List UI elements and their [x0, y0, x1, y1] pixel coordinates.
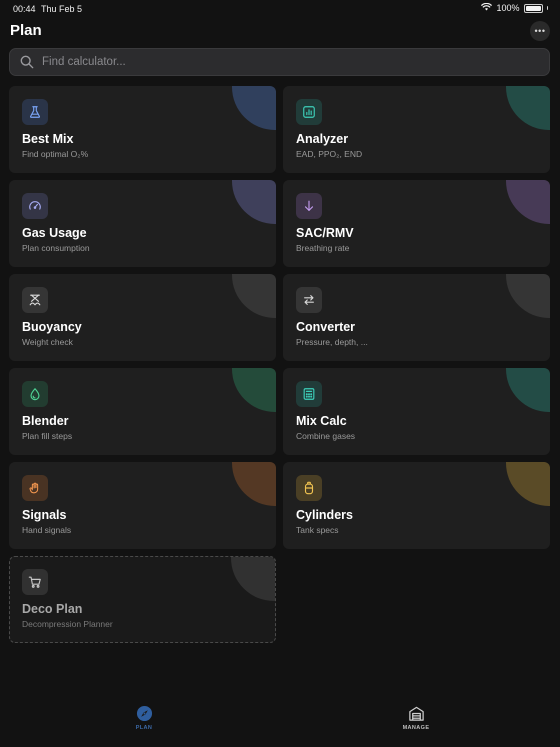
card-title: Cylinders [296, 508, 353, 522]
arrow-down-icon [296, 193, 322, 219]
card-decoration [506, 368, 550, 412]
card-decoration [232, 368, 276, 412]
card-decoration [232, 274, 276, 318]
battery-icon [523, 3, 543, 13]
card-subtitle: Hand signals [22, 525, 72, 535]
card-decoration [232, 86, 276, 130]
card-subtitle: Find optimal O₂% [22, 149, 89, 159]
card-subtitle: Plan fill steps [22, 431, 73, 441]
card-deco-plan[interactable]: Deco Plan Decompression Planner [9, 556, 276, 643]
card-gas-usage[interactable]: Gas Usage Plan consumption [9, 180, 276, 267]
calculator-icon [296, 381, 322, 407]
card-subtitle: Tank specs [296, 525, 339, 535]
card-subtitle: Weight check [22, 337, 73, 347]
tab-label: PLAN [135, 725, 153, 731]
balance-icon [22, 287, 48, 313]
card-title: Converter [296, 320, 356, 334]
tab-plan[interactable]: PLAN [114, 704, 174, 731]
card-converter[interactable]: Converter Pressure, depth, ... [283, 274, 550, 361]
card-decoration [232, 462, 276, 506]
card-title: Mix Calc [296, 414, 347, 428]
tab-bar: PLAN MANAGE [0, 697, 560, 747]
card-decoration [506, 274, 550, 318]
card-mix-calc[interactable]: Mix Calc Combine gases [283, 368, 550, 455]
card-blender[interactable]: Blender Plan fill steps [9, 368, 276, 455]
compass-icon [135, 704, 153, 722]
card-title: Blender [22, 414, 69, 428]
gauge-icon [22, 193, 48, 219]
card-title: Best Mix [22, 132, 74, 146]
card-best-mix[interactable]: Best Mix Find optimal O₂% [9, 86, 276, 173]
search-bar[interactable] [9, 48, 550, 76]
card-decoration [232, 180, 276, 224]
more-options-button[interactable]: ••• [530, 21, 550, 41]
card-subtitle: Pressure, depth, ... [296, 337, 368, 347]
status-time: 00:44 [13, 4, 36, 14]
ellipsis-icon: ••• [534, 26, 546, 36]
battery-percent: 100% [496, 3, 520, 13]
card-subtitle: Plan consumption [22, 243, 90, 253]
cylinder-icon [296, 475, 322, 501]
card-buoyancy[interactable]: Buoyancy Weight check [9, 274, 276, 361]
card-decoration [506, 462, 550, 506]
card-decoration [506, 86, 550, 130]
card-cylinders[interactable]: Cylinders Tank specs [283, 462, 550, 549]
card-title: Deco Plan [22, 602, 83, 616]
card-sac-rmv[interactable]: SAC/RMV Breathing rate [283, 180, 550, 267]
drop-icon [22, 381, 48, 407]
card-title: Signals [22, 508, 67, 522]
warehouse-icon [407, 704, 425, 722]
card-analyzer[interactable]: Analyzer EAD, PPO₂, END [283, 86, 550, 173]
battery-cap [546, 6, 548, 10]
search-icon [20, 55, 34, 69]
tab-manage[interactable]: MANAGE [386, 704, 446, 731]
card-title: Gas Usage [22, 226, 87, 240]
search-input[interactable] [42, 56, 522, 68]
status-indicators: 100% [481, 2, 548, 13]
card-subtitle: Decompression Planner [22, 619, 113, 629]
wifi-icon [481, 2, 493, 13]
swap-icon [296, 287, 322, 313]
hand-icon [22, 475, 48, 501]
card-decoration [506, 180, 550, 224]
card-title: SAC/RMV [296, 226, 354, 240]
card-title: Analyzer [296, 132, 349, 146]
card-title: Buoyancy [22, 320, 82, 334]
status-bar: 00:44 Thu Feb 5 100% [0, 0, 560, 18]
flask-icon [22, 99, 48, 125]
card-signals[interactable]: Signals Hand signals [9, 462, 276, 549]
chart-icon [296, 99, 322, 125]
page-title: Plan [10, 22, 42, 39]
cart-icon [22, 569, 48, 595]
card-subtitle: EAD, PPO₂, END [296, 149, 363, 159]
card-subtitle: Breathing rate [296, 243, 350, 253]
status-date: Thu Feb 5 [41, 4, 83, 14]
card-subtitle: Combine gases [296, 431, 356, 441]
tab-label: MANAGE [402, 725, 430, 731]
card-decoration [231, 557, 275, 601]
